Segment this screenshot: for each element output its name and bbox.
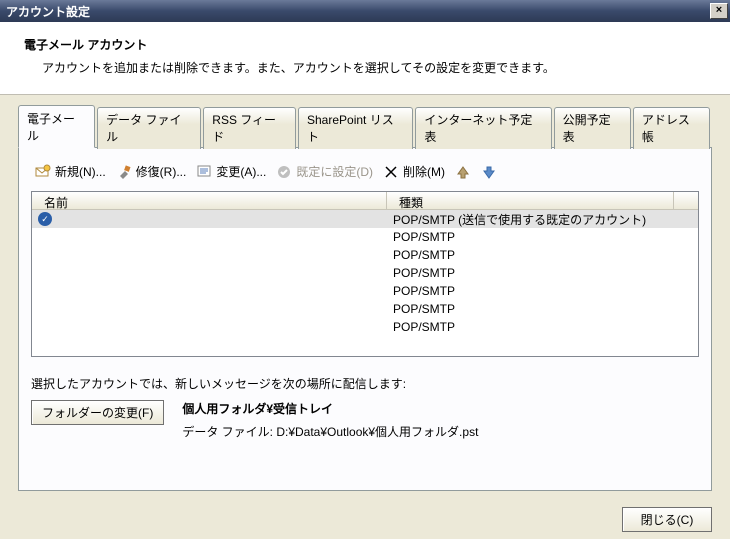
account-row[interactable]: POP/SMTP — [32, 264, 698, 282]
account-row-type: POP/SMTP — [387, 284, 698, 298]
tab-3[interactable]: SharePoint リスト — [298, 107, 413, 149]
header-title: 電子メール アカウント — [24, 36, 706, 53]
column-header-name[interactable]: 名前 — [32, 192, 387, 209]
toolbar-new-button[interactable]: 新規(N)... — [33, 162, 108, 181]
window-title: アカウント設定 — [6, 3, 90, 20]
tabs: 電子メールデータ ファイルRSS フィードSharePoint リストインターネ… — [18, 106, 712, 148]
delivery-info: 個人用フォルダ¥受信トレイ データ ファイル: D:¥Data¥Outlook¥… — [182, 400, 478, 440]
list-header: 名前 種類 — [32, 192, 698, 210]
account-row[interactable]: POP/SMTP — [32, 246, 698, 264]
titlebar: アカウント設定 × — [0, 0, 730, 22]
delivery-location: 個人用フォルダ¥受信トレイ — [182, 402, 333, 416]
repair-icon — [116, 164, 132, 180]
header-description: アカウントを追加または削除できます。また、アカウントを選択してその設定を変更でき… — [42, 59, 706, 76]
toolbar-delete-button[interactable]: 削除(M) — [381, 162, 447, 181]
change-folder-button[interactable]: フォルダーの変更(F) — [31, 400, 164, 425]
tab-0[interactable]: 電子メール — [18, 105, 95, 148]
toolbar: 新規(N)... 修復(R)... 変更(A)... 既定に設定(D) — [31, 160, 699, 191]
new-mail-icon — [35, 164, 51, 180]
toolbar-set-default-button[interactable]: 既定に設定(D) — [274, 162, 375, 181]
set-default-icon — [276, 164, 292, 180]
delete-icon — [383, 164, 399, 180]
body: 電子メールデータ ファイルRSS フィードSharePoint リストインターネ… — [0, 95, 730, 491]
toolbar-change-label: 変更(A)... — [216, 163, 266, 180]
change-icon — [196, 164, 212, 180]
toolbar-repair-button[interactable]: 修復(R)... — [114, 162, 189, 181]
account-row[interactable]: POP/SMTP — [32, 282, 698, 300]
tab-panel-email: 新規(N)... 修復(R)... 変更(A)... 既定に設定(D) — [18, 147, 712, 491]
toolbar-set-default-label: 既定に設定(D) — [296, 163, 373, 180]
account-row-type: POP/SMTP — [387, 230, 698, 244]
tab-6[interactable]: アドレス帳 — [633, 107, 710, 149]
account-row-name: ✓ — [32, 212, 387, 226]
arrow-up-icon — [455, 164, 471, 180]
default-account-icon: ✓ — [38, 212, 52, 226]
toolbar-change-button[interactable]: 変更(A)... — [194, 162, 268, 181]
account-row[interactable]: POP/SMTP — [32, 228, 698, 246]
close-button[interactable]: 閉じる(C) — [622, 507, 712, 532]
delivery-intro: 選択したアカウントでは、新しいメッセージを次の場所に配信します: — [31, 375, 699, 392]
account-row[interactable]: ✓ POP/SMTP (送信で使用する既定のアカウント) — [32, 210, 698, 228]
arrow-down-icon — [481, 164, 497, 180]
header: 電子メール アカウント アカウントを追加または削除できます。また、アカウントを選… — [0, 22, 730, 95]
account-row-type: POP/SMTP (送信で使用する既定のアカウント) — [387, 211, 698, 228]
account-row-type: POP/SMTP — [387, 302, 698, 316]
toolbar-new-label: 新規(N)... — [55, 163, 106, 180]
column-header-spacer — [674, 192, 698, 209]
account-list[interactable]: 名前 種類 ✓ POP/SMTP (送信で使用する既定のアカウント) POP/SMT… — [31, 191, 699, 357]
toolbar-move-down-button[interactable] — [479, 163, 499, 181]
account-row-type: POP/SMTP — [387, 266, 698, 280]
account-row[interactable]: POP/SMTP — [32, 318, 698, 336]
tab-4[interactable]: インターネット予定表 — [415, 107, 551, 149]
toolbar-move-up-button[interactable] — [453, 163, 473, 181]
delivery-section: 選択したアカウントでは、新しいメッセージを次の場所に配信します: フォルダーの変… — [31, 375, 699, 440]
window-close-button[interactable]: × — [710, 3, 728, 19]
tab-5[interactable]: 公開予定表 — [554, 107, 631, 149]
account-row-type: POP/SMTP — [387, 248, 698, 262]
column-header-type[interactable]: 種類 — [387, 192, 674, 209]
account-row[interactable]: POP/SMTP — [32, 300, 698, 318]
tab-1[interactable]: データ ファイル — [97, 107, 201, 149]
delivery-datafile-path: データ ファイル: D:¥Data¥Outlook¥個人用フォルダ.pst — [182, 423, 478, 440]
footer: 閉じる(C) — [0, 491, 730, 532]
toolbar-repair-label: 修復(R)... — [136, 163, 187, 180]
tab-2[interactable]: RSS フィード — [203, 107, 296, 149]
toolbar-delete-label: 削除(M) — [403, 163, 445, 180]
account-row-type: POP/SMTP — [387, 320, 698, 334]
